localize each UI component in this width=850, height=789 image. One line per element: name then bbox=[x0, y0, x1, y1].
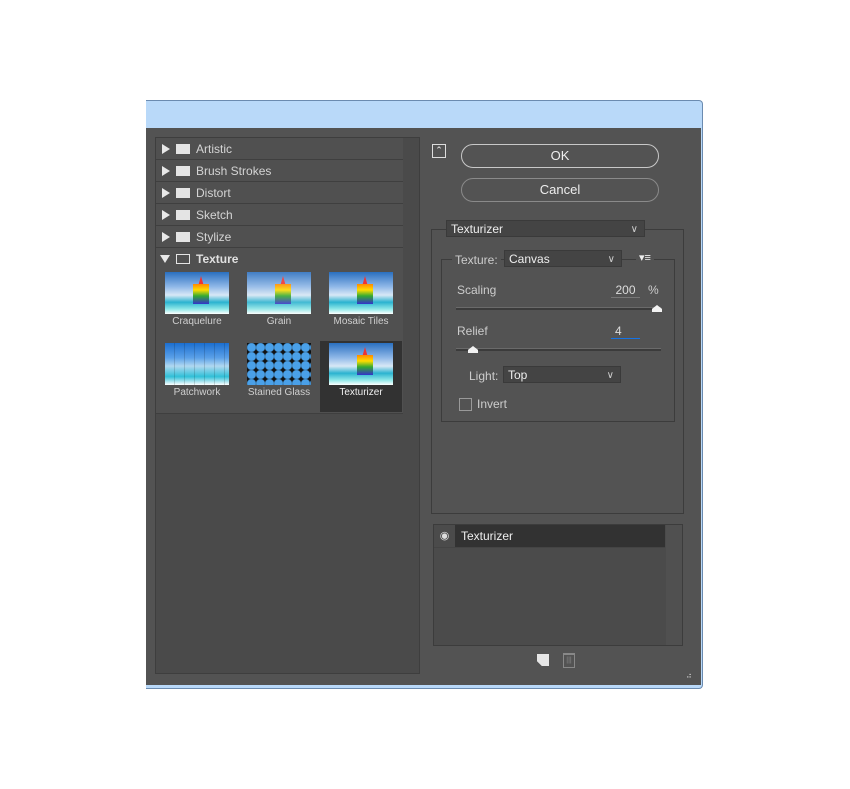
texture-menu-icon[interactable]: ▾≡ bbox=[636, 251, 654, 264]
filter-thumbnail bbox=[329, 343, 393, 385]
category-label: Sketch bbox=[196, 207, 233, 222]
effect-layer-row[interactable]: ◉ Texturizer bbox=[434, 525, 665, 548]
resize-grip-icon[interactable]: ⠴ bbox=[686, 671, 692, 680]
scaling-unit: % bbox=[648, 283, 659, 297]
effect-layer-label: Texturizer bbox=[461, 529, 514, 543]
layers-scrollbar[interactable] bbox=[666, 525, 682, 645]
category-distort[interactable]: Distort bbox=[156, 182, 403, 204]
filter-label: Craquelure bbox=[172, 316, 222, 327]
light-select[interactable]: Top ∨ bbox=[503, 366, 621, 383]
category-brush-strokes[interactable]: Brush Strokes bbox=[156, 160, 403, 182]
expand-triangle-icon bbox=[162, 165, 170, 176]
folder-icon bbox=[176, 231, 190, 242]
folder-icon bbox=[176, 187, 190, 198]
invert-label[interactable]: Invert bbox=[477, 397, 507, 411]
texture-filter-grid: Craquelure Grain Mosaic Tiles Patchwork … bbox=[156, 270, 403, 414]
filter-thumbnail bbox=[165, 272, 229, 314]
effect-layers-panel: ◉ Texturizer bbox=[433, 524, 683, 646]
expand-triangle-icon bbox=[162, 231, 170, 242]
ok-button[interactable]: OK bbox=[461, 144, 659, 168]
expand-triangle-icon bbox=[162, 143, 170, 154]
category-label: Texture bbox=[196, 252, 239, 266]
light-label: Light: bbox=[469, 369, 499, 383]
chevron-down-icon: ∨ bbox=[607, 254, 615, 265]
filter-thumbnail bbox=[247, 343, 311, 385]
filter-label: Patchwork bbox=[173, 387, 221, 398]
filter-label: Stained Glass bbox=[247, 387, 311, 398]
expand-triangle-icon bbox=[162, 187, 170, 198]
expand-triangle-icon bbox=[162, 209, 170, 220]
invert-checkbox[interactable] bbox=[459, 398, 472, 411]
filter-select-value: Texturizer bbox=[451, 222, 504, 236]
relief-input[interactable]: 4 bbox=[611, 324, 640, 339]
category-label: Distort bbox=[196, 185, 231, 200]
folder-icon bbox=[176, 143, 190, 154]
chevron-down-icon: ∨ bbox=[630, 224, 638, 235]
collapse-gallery-icon[interactable]: ⌃ bbox=[432, 144, 446, 158]
category-texture[interactable]: Texture bbox=[156, 248, 403, 270]
texture-value: Canvas bbox=[509, 252, 550, 266]
trash-icon[interactable]: ||| bbox=[563, 653, 575, 668]
category-label: Artistic bbox=[196, 141, 232, 156]
light-value: Top bbox=[508, 368, 528, 382]
filter-gallery-panel: Artistic Brush Strokes Distort Sketch St… bbox=[155, 137, 420, 674]
folder-icon bbox=[176, 165, 190, 176]
scaling-label: Scaling bbox=[457, 283, 497, 297]
folder-open-icon bbox=[176, 254, 190, 264]
eye-icon[interactable]: ◉ bbox=[434, 525, 455, 547]
relief-label: Relief bbox=[457, 324, 488, 338]
scaling-input[interactable]: 200 bbox=[611, 283, 640, 298]
scaling-slider[interactable] bbox=[456, 307, 661, 310]
filter-thumbnail bbox=[165, 343, 229, 385]
filter-thumbnail bbox=[329, 272, 393, 314]
chevron-down-icon: ∨ bbox=[606, 370, 614, 381]
cancel-button[interactable]: Cancel bbox=[461, 178, 659, 202]
filter-thumbnail bbox=[247, 272, 311, 314]
texture-select[interactable]: Canvas ∨ bbox=[504, 250, 622, 267]
category-label: Stylize bbox=[196, 229, 232, 244]
texture-label: Texture: bbox=[452, 253, 501, 267]
collapse-triangle-icon bbox=[160, 255, 170, 263]
filter-label: Mosaic Tiles bbox=[333, 316, 389, 327]
filter-select[interactable]: Texturizer ∨ bbox=[446, 220, 645, 237]
relief-slider[interactable] bbox=[456, 348, 661, 351]
filter-label: Texturizer bbox=[339, 387, 383, 398]
category-artistic[interactable]: Artistic bbox=[156, 138, 403, 160]
category-sketch[interactable]: Sketch bbox=[156, 204, 403, 226]
category-stylize[interactable]: Stylize bbox=[156, 226, 403, 248]
category-label: Brush Strokes bbox=[196, 163, 272, 178]
filter-label: Grain bbox=[266, 316, 292, 327]
folder-icon bbox=[176, 209, 190, 220]
